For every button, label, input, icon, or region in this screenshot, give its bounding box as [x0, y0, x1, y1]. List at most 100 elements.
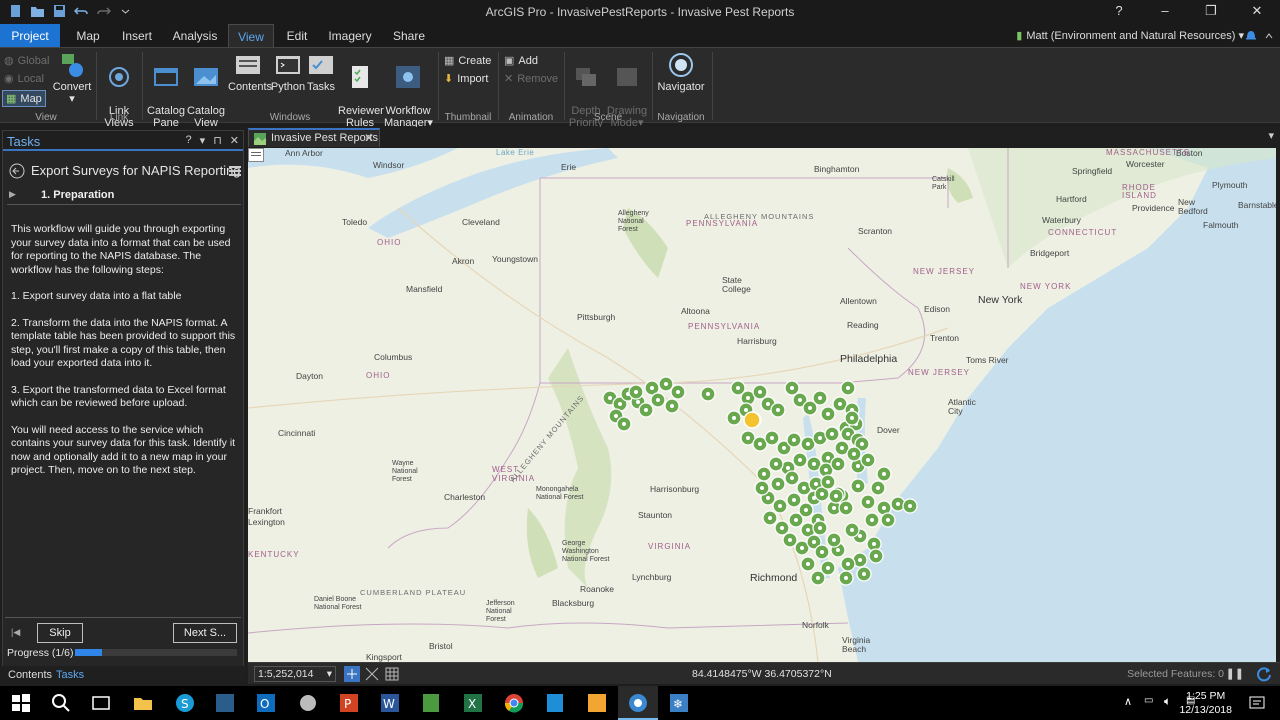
task-name: Export Surveys for NAPIS Reporting [31, 163, 241, 178]
map-canvas[interactable]: Ann Arbor Windsor Erie Binghamton Toledo… [248, 148, 1276, 662]
volume-icon[interactable]: 🔈︎ [1164, 694, 1171, 709]
survey-point-center [676, 390, 680, 394]
tab-tasks[interactable]: Tasks [56, 669, 84, 681]
user-account[interactable]: ▮ Matt (Environment and Natural Resources… [1016, 29, 1244, 42]
map-overflow-icon[interactable] [248, 148, 264, 162]
survey-point-center [766, 496, 770, 500]
tab-edit[interactable]: Edit [280, 24, 314, 48]
back-arrow-icon[interactable] [9, 163, 25, 179]
map-button[interactable]: ▦ Map [2, 90, 46, 107]
survey-point-center [860, 442, 864, 446]
tab-insert[interactable]: Insert [116, 24, 158, 48]
catalog-pane-icon [154, 68, 178, 86]
survey-point-center [664, 382, 668, 386]
first-step-icon[interactable]: |◀ [11, 627, 20, 638]
notification-bell-icon[interactable] [1244, 28, 1258, 42]
tab-invasive-pest-reports[interactable]: Invasive Pest Reports ✕ [248, 128, 380, 147]
survey-point-center [766, 402, 770, 406]
skype-icon[interactable]: S [174, 692, 196, 714]
chevron-down-icon: ▾ [69, 93, 75, 105]
close-icon[interactable]: ✕ [230, 134, 239, 147]
system-clock[interactable]: 1:25 PM 12/13/2018 [1179, 689, 1232, 717]
task-header: Export Surveys for NAPIS Reporting [7, 161, 241, 181]
survey-point-center [826, 566, 830, 570]
tab-imagery[interactable]: Imagery [324, 24, 376, 48]
add-animation-button[interactable]: ▣ Add [504, 54, 538, 68]
skip-button[interactable]: Skip [37, 623, 83, 643]
local-button[interactable]: ◉ Local [4, 72, 44, 86]
tab-contents[interactable]: Contents [8, 669, 52, 681]
survey-point-center [798, 398, 802, 402]
grid-icon[interactable] [384, 666, 400, 682]
help-button[interactable]: ? [1096, 0, 1142, 24]
survey-point-center [770, 436, 774, 440]
chrome-icon[interactable] [503, 692, 525, 714]
tab-map[interactable]: Map [68, 24, 108, 48]
search-icon[interactable] [50, 692, 72, 714]
pane-tools: ? ▾ ⊓ ✕ [186, 134, 239, 147]
app-icon[interactable] [297, 692, 319, 714]
word-icon[interactable]: W [379, 692, 401, 714]
collapse-ribbon-icon[interactable] [1264, 31, 1274, 41]
import-thumbnail-button[interactable]: ⬇ Import [444, 72, 488, 86]
powerpoint-icon[interactable]: P [338, 692, 360, 714]
survey-point-center [846, 432, 850, 436]
next-step-button[interactable]: Next S... [173, 623, 237, 643]
close-button[interactable]: ✕ [1234, 0, 1280, 24]
app-icon[interactable] [214, 692, 236, 714]
minimize-button[interactable]: – [1142, 0, 1188, 24]
group-separator [438, 52, 439, 120]
survey-point-center [876, 486, 880, 490]
survey-point-center [778, 504, 782, 508]
contents-button[interactable]: Contents [228, 52, 272, 93]
maximize-button[interactable]: ❐ [1188, 0, 1234, 24]
step-header[interactable]: ▶ 1. Preparation [7, 189, 241, 205]
file-explorer-icon[interactable] [132, 692, 154, 714]
survey-point-center [788, 538, 792, 542]
app-icon[interactable] [420, 692, 442, 714]
navigator-button[interactable]: Navigator [656, 52, 706, 93]
divider [5, 617, 241, 618]
outlook-icon[interactable]: O [255, 692, 277, 714]
tasks-pane-title: Tasks [7, 134, 41, 149]
tab-project[interactable]: Project [0, 24, 60, 48]
survey-points-layer[interactable] [248, 148, 1276, 662]
pause-icon[interactable]: ❚❚ [1226, 667, 1244, 680]
remove-animation-button[interactable]: ✕ Remove [504, 72, 558, 86]
extent-icon[interactable] [364, 666, 380, 682]
scale-selector[interactable]: 1:5,252,014 ▾ [254, 666, 336, 682]
app-icon[interactable] [544, 692, 566, 714]
fixed-scale-icon[interactable] [344, 666, 360, 682]
notifications-icon[interactable] [1248, 694, 1266, 712]
expand-arrow-icon[interactable]: ▶ [9, 189, 16, 200]
help-icon[interactable]: ? [186, 134, 192, 147]
convert-button[interactable]: Convert ▾ [52, 52, 92, 105]
app-icon[interactable]: ❄ [668, 692, 690, 714]
windows-start-icon[interactable] [10, 692, 32, 714]
python-button[interactable]: Python [270, 52, 306, 93]
tab-list-icon[interactable]: ▾ [1268, 129, 1274, 142]
highlighted-survey-point[interactable] [743, 411, 761, 429]
remove-icon: ✕ [504, 73, 514, 85]
survey-point-center [826, 456, 830, 460]
pin-icon[interactable]: ⊓ [213, 134, 222, 147]
tab-share[interactable]: Share [386, 24, 432, 48]
pane-menu-icon[interactable]: ▾ [200, 134, 206, 147]
network-icon[interactable]: ▭ [1144, 695, 1153, 706]
create-thumbnail-button[interactable]: ▦ Create [444, 54, 491, 68]
coordinate-readout: 84.4148475°W 36.4705372°N [692, 668, 832, 680]
app-icon[interactable] [586, 692, 608, 714]
close-tab-icon[interactable]: ✕ [364, 131, 374, 145]
tasks-button[interactable]: Tasks [306, 52, 336, 93]
task-view-icon[interactable] [90, 692, 112, 714]
global-button[interactable]: ◍ Global [4, 54, 49, 68]
excel-icon[interactable]: X [462, 692, 484, 714]
show-hidden-icons[interactable]: ∧ [1124, 695, 1132, 708]
tab-analysis[interactable]: Analysis [168, 24, 222, 48]
hamburger-menu-icon[interactable] [229, 165, 241, 177]
refresh-icon[interactable] [1256, 666, 1272, 682]
survey-point-center [650, 386, 654, 390]
arcgis-pro-taskbar-item[interactable] [618, 686, 658, 720]
survey-point-center [850, 528, 854, 532]
tab-view[interactable]: View [228, 24, 274, 48]
